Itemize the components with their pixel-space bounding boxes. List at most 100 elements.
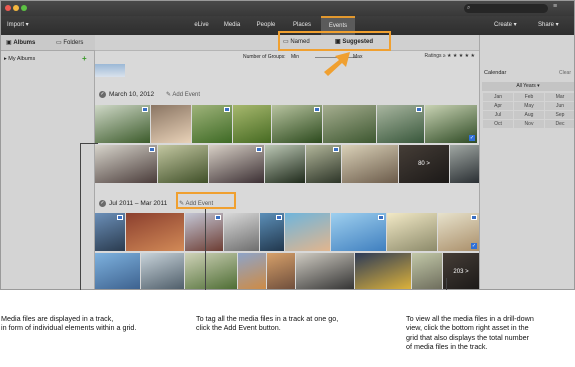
media-thumbnail[interactable] xyxy=(238,253,266,289)
import-button[interactable]: Import ▾ xyxy=(7,16,29,35)
annotation-add-event: To tag all the media files in a track at… xyxy=(196,314,339,333)
zoom-window-button[interactable] xyxy=(21,5,27,11)
stack-icon xyxy=(142,107,148,112)
tab-folders[interactable]: ▭ Folders xyxy=(56,35,83,51)
media-thumbnail[interactable] xyxy=(185,253,237,289)
stack-icon xyxy=(149,147,155,152)
media-thumbnail[interactable] xyxy=(151,105,191,143)
drill-down-thumbnail[interactable]: 203 > xyxy=(443,253,479,289)
stack-icon xyxy=(378,215,384,220)
media-thumbnail[interactable] xyxy=(306,145,341,183)
add-album-icon[interactable]: + xyxy=(82,54,87,63)
media-thumbnail[interactable] xyxy=(323,105,376,143)
media-thumbnail[interactable] xyxy=(95,213,125,251)
menu-icon[interactable]: ≡ xyxy=(553,3,557,10)
selected-check-icon: ✓ xyxy=(471,243,477,249)
media-thumbnail[interactable] xyxy=(285,213,330,251)
media-thumbnail[interactable] xyxy=(342,145,398,183)
minimize-window-button[interactable] xyxy=(13,5,19,11)
media-thumbnail[interactable] xyxy=(355,253,411,289)
stack-icon xyxy=(215,215,221,220)
media-thumbnail[interactable] xyxy=(95,105,150,143)
calendar-panel: Calendar Clear All Years ▾ Jan Feb Mar Apr M… xyxy=(479,35,574,289)
drill-down-count: 203 > xyxy=(443,253,479,289)
calendar-month[interactable]: May xyxy=(514,102,544,110)
media-thumbnail[interactable] xyxy=(412,253,442,289)
media-thumbnail[interactable] xyxy=(331,213,386,251)
pointer-line xyxy=(446,278,447,290)
stack-icon xyxy=(416,107,422,112)
ratings-filter[interactable]: Ratings ≥ ★ ★ ★ ★ ★ xyxy=(425,53,475,59)
media-thumbnail[interactable] xyxy=(296,253,354,289)
tab-media[interactable]: Media xyxy=(219,16,245,35)
media-thumbnail[interactable] xyxy=(387,213,437,251)
callout-arrow xyxy=(324,52,350,76)
create-button[interactable]: Create ▾ xyxy=(494,16,517,35)
event-date: March 10, 2012 xyxy=(109,91,155,99)
search-input[interactable]: ⌕ xyxy=(464,4,548,13)
media-thumbnail[interactable] xyxy=(95,145,157,183)
calendar-month[interactable]: Nov xyxy=(514,120,544,128)
calendar-month[interactable]: Aug xyxy=(514,111,544,119)
calendar-month[interactable]: Jul xyxy=(483,111,513,119)
calendar-month[interactable]: Sep xyxy=(545,111,574,119)
media-thumbnail[interactable] xyxy=(377,105,424,143)
drill-down-thumbnail[interactable]: 80 > xyxy=(399,145,449,183)
media-thumbnail[interactable] xyxy=(209,145,264,183)
media-thumbnail[interactable] xyxy=(185,213,223,251)
ratings-label: Ratings xyxy=(424,53,442,59)
albums-label: Albums xyxy=(13,40,36,46)
media-grid-row: ✓ xyxy=(95,213,479,251)
media-thumbnail[interactable] xyxy=(267,253,295,289)
media-thumbnail[interactable] xyxy=(265,145,305,183)
media-thumbnail[interactable] xyxy=(95,64,125,77)
media-thumbnail[interactable] xyxy=(224,213,259,251)
media-thumbnail[interactable]: ✓ xyxy=(425,105,477,143)
main-content: ▭ Named ▣ Suggested Number of Groups: Mi… xyxy=(95,35,479,289)
calendar-month[interactable]: Jan xyxy=(483,93,513,101)
create-label: Create xyxy=(494,22,513,28)
media-thumbnail[interactable]: ✓ xyxy=(438,213,479,251)
media-thumbnail[interactable] xyxy=(192,105,232,143)
stack-icon xyxy=(117,215,123,220)
select-event-checkbox[interactable]: ✓ xyxy=(99,91,106,98)
media-thumbnail[interactable] xyxy=(141,253,184,289)
close-window-button[interactable] xyxy=(5,5,11,11)
media-thumbnail[interactable] xyxy=(233,105,271,143)
share-label: Share xyxy=(538,22,555,28)
add-event-button[interactable]: ✎ Add Event xyxy=(166,92,200,98)
media-thumbnail[interactable] xyxy=(126,213,184,251)
suggested-highlight xyxy=(278,31,391,51)
media-thumbnail[interactable] xyxy=(95,253,140,289)
all-years-label: All Years xyxy=(516,83,536,89)
calendar-month[interactable]: Oct xyxy=(483,120,513,128)
share-button[interactable]: Share ▾ xyxy=(538,16,559,35)
media-thumbnail[interactable] xyxy=(158,145,208,183)
media-grid-row: 203 > xyxy=(95,253,479,289)
import-label: Import xyxy=(7,22,25,28)
calendar-clear-button[interactable]: Clear xyxy=(559,70,571,76)
my-albums-label: My Albums xyxy=(8,56,36,62)
calendar-month[interactable]: Jun xyxy=(545,102,574,110)
calendar-month[interactable]: Mar xyxy=(545,93,574,101)
stack-icon xyxy=(256,147,262,152)
tab-albums[interactable]: ▣ Albums xyxy=(6,35,35,51)
calendar-month[interactable]: Apr xyxy=(483,102,513,110)
calendar-month[interactable]: Feb xyxy=(514,93,544,101)
calendar-month[interactable]: Dec xyxy=(545,120,574,128)
drill-down-count: 80 > xyxy=(399,145,449,183)
left-panel-tabs: ▣ Albums ▭ Folders xyxy=(1,35,95,51)
media-thumbnail[interactable] xyxy=(260,213,284,251)
pointer-line xyxy=(80,143,98,144)
all-years-select[interactable]: All Years ▾ xyxy=(482,82,574,91)
number-of-groups-label: Number of Groups: xyxy=(243,54,286,60)
my-albums-item[interactable]: ▸ My Albums xyxy=(4,56,35,62)
media-thumbnail[interactable] xyxy=(450,145,479,183)
stack-icon xyxy=(471,215,477,220)
media-thumbnail[interactable] xyxy=(272,105,322,143)
group-slider-bar: Number of Groups: Min Max Ratings ≥ ★ ★ … xyxy=(95,51,479,63)
select-event-checkbox[interactable]: ✓ xyxy=(99,200,106,207)
tab-elive[interactable]: eLive xyxy=(184,16,219,35)
folder-icon: ▭ xyxy=(56,40,62,46)
albums-icon: ▣ xyxy=(6,40,12,46)
